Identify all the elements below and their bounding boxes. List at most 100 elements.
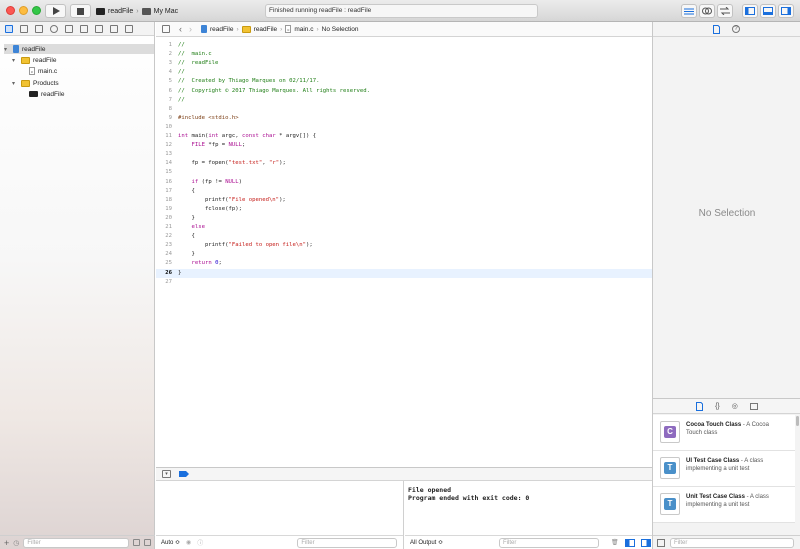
code-line[interactable]: 8 xyxy=(156,105,652,114)
variables-scope-select[interactable]: Auto ≎ xyxy=(161,539,180,546)
line-number[interactable]: 19 xyxy=(156,205,172,214)
file-inspector-icon[interactable] xyxy=(713,24,720,34)
hide-debug-area-icon[interactable]: ▾ xyxy=(162,470,171,478)
code-line[interactable]: 6 // Copyright © 2017 Thiago Marques. All… xyxy=(156,87,652,96)
code-line[interactable]: 25 return 0; xyxy=(156,259,652,268)
test-navigator-icon[interactable] xyxy=(80,24,88,33)
jumpbar-crumb-project[interactable]: readFile xyxy=(210,26,233,33)
line-number[interactable]: 3 xyxy=(156,59,172,68)
symbol-navigator-icon[interactable] xyxy=(35,24,43,33)
console-output-select[interactable]: All Output ≎ xyxy=(410,539,443,546)
close-window-button[interactable] xyxy=(6,6,15,15)
line-number[interactable]: 4 xyxy=(156,68,172,77)
line-number[interactable]: 26 xyxy=(156,269,172,278)
library-template-item[interactable]: C Cocoa Touch Class - A Cocoa Touch class xyxy=(653,415,795,451)
line-number[interactable]: 7 xyxy=(156,96,172,105)
line-number[interactable]: 18 xyxy=(156,196,172,205)
related-items-icon[interactable] xyxy=(162,25,170,33)
code-line[interactable]: 7 // xyxy=(156,96,652,105)
line-number[interactable]: 20 xyxy=(156,214,172,223)
disclosure-open-icon[interactable]: ▾ xyxy=(12,80,18,87)
add-icon[interactable]: + xyxy=(4,538,9,548)
scheme-selector[interactable]: readFile › My Mac xyxy=(96,4,178,18)
media-library-icon[interactable] xyxy=(749,402,758,410)
line-number[interactable]: 13 xyxy=(156,150,172,159)
toggle-navigator-button[interactable] xyxy=(742,4,758,18)
code-line[interactable]: 22 { xyxy=(156,232,652,241)
disclosure-open-icon[interactable]: ▾ xyxy=(4,46,10,53)
recent-files-icon[interactable]: ◷ xyxy=(13,539,19,547)
info-icon[interactable]: ⓘ xyxy=(197,538,203,547)
code-line[interactable]: 27 xyxy=(156,278,652,287)
eye-icon[interactable]: ◉ xyxy=(186,539,191,546)
tree-item-folder[interactable]: ▾ Products xyxy=(12,78,59,88)
code-line[interactable]: 26} xyxy=(156,268,652,278)
object-library-icon[interactable]: ◎ xyxy=(732,402,738,410)
line-number[interactable]: 25 xyxy=(156,259,172,268)
code-line[interactable]: 10 xyxy=(156,123,652,132)
line-number[interactable]: 21 xyxy=(156,223,172,232)
code-line[interactable]: 23 printf("Failed to open file\n"); xyxy=(156,241,652,250)
line-number[interactable]: 2 xyxy=(156,50,172,59)
code-line[interactable]: 17 { xyxy=(156,187,652,196)
variables-filter-input[interactable]: Filter xyxy=(297,537,398,548)
library-template-item[interactable]: T UI Test Case Class - A class implementi… xyxy=(653,451,795,487)
code-line[interactable]: 2 // main.c xyxy=(156,50,652,59)
grid-view-icon[interactable] xyxy=(657,538,665,547)
code-line[interactable]: 5 // Created by Thiago Marques on 02/11/1… xyxy=(156,77,652,86)
line-number[interactable]: 8 xyxy=(156,105,172,114)
console-filter-input[interactable]: Filter xyxy=(499,537,600,548)
code-line[interactable]: 14 fp = fopen("test.txt", "r"); xyxy=(156,159,652,168)
code-line[interactable]: 4 // xyxy=(156,68,652,77)
toggle-inspector-button[interactable] xyxy=(778,4,794,18)
assistant-editor-button[interactable] xyxy=(699,4,715,18)
source-editor[interactable]: 1 // 2 // main.c 3 // readFile 4 // 5 // Created … xyxy=(156,37,652,467)
console-view[interactable]: File opened Program ended with exit code… xyxy=(405,481,652,549)
line-number[interactable]: 14 xyxy=(156,159,172,168)
trash-icon[interactable]: 🗑 xyxy=(611,539,619,546)
library-filter-input[interactable]: Filter xyxy=(670,537,794,548)
find-navigator-icon[interactable] xyxy=(50,24,58,33)
code-line[interactable]: 20 } xyxy=(156,214,652,223)
unsaved-filter-icon[interactable] xyxy=(144,539,151,546)
line-number[interactable]: 16 xyxy=(156,178,172,187)
line-number[interactable]: 22 xyxy=(156,232,172,241)
version-editor-button[interactable] xyxy=(717,4,733,18)
line-number[interactable]: 17 xyxy=(156,187,172,196)
jumpbar-crumb-symbol[interactable]: No Selection xyxy=(322,26,359,33)
code-line[interactable]: 19 fclose(fp); xyxy=(156,205,652,214)
jumpbar-crumb-group[interactable]: readFile xyxy=(254,26,277,33)
line-number[interactable]: 6 xyxy=(156,87,172,96)
forward-icon[interactable]: › xyxy=(189,24,192,34)
code-line[interactable]: 16 if (fp != NULL) xyxy=(156,178,652,187)
line-number[interactable]: 15 xyxy=(156,168,172,177)
stop-button[interactable] xyxy=(70,4,91,18)
scm-filter-icon[interactable] xyxy=(133,539,141,546)
tree-item-folder[interactable]: ▾ readFile xyxy=(12,55,56,65)
code-line[interactable]: 21 else xyxy=(156,223,652,232)
source-control-icon[interactable] xyxy=(20,24,28,33)
line-number[interactable]: 5 xyxy=(156,77,172,86)
library-template-item[interactable]: T Unit Test Case Class - A class implemen… xyxy=(653,487,795,523)
code-line[interactable]: 9 #include <stdio.h> xyxy=(156,114,652,123)
tree-item-product[interactable]: readFile xyxy=(20,89,64,99)
minimize-window-button[interactable] xyxy=(19,6,28,15)
console-pane-toggle-icon[interactable] xyxy=(640,538,651,547)
code-snippet-library-icon[interactable]: {} xyxy=(715,403,720,410)
variables-pane-toggle-icon[interactable] xyxy=(624,538,635,547)
code-line[interactable]: 1 // xyxy=(156,41,652,50)
line-number[interactable]: 10 xyxy=(156,123,172,132)
issue-navigator-icon[interactable] xyxy=(65,24,73,33)
line-number[interactable]: 1 xyxy=(156,41,172,50)
run-button[interactable] xyxy=(45,4,66,18)
breakpoints-toggle-icon[interactable] xyxy=(179,471,189,477)
back-icon[interactable]: ‹ xyxy=(179,24,182,34)
code-line[interactable]: 15 xyxy=(156,168,652,177)
line-number[interactable]: 9 xyxy=(156,114,172,123)
code-line[interactable]: 13 xyxy=(156,150,652,159)
jumpbar-crumb-file[interactable]: main.c xyxy=(294,26,313,33)
tree-item-c-file[interactable]: c main.c xyxy=(20,66,57,76)
code-line[interactable]: 24 } xyxy=(156,250,652,259)
toggle-debug-area-button[interactable] xyxy=(760,4,776,18)
code-line[interactable]: 12 FILE *fp = NULL; xyxy=(156,141,652,150)
